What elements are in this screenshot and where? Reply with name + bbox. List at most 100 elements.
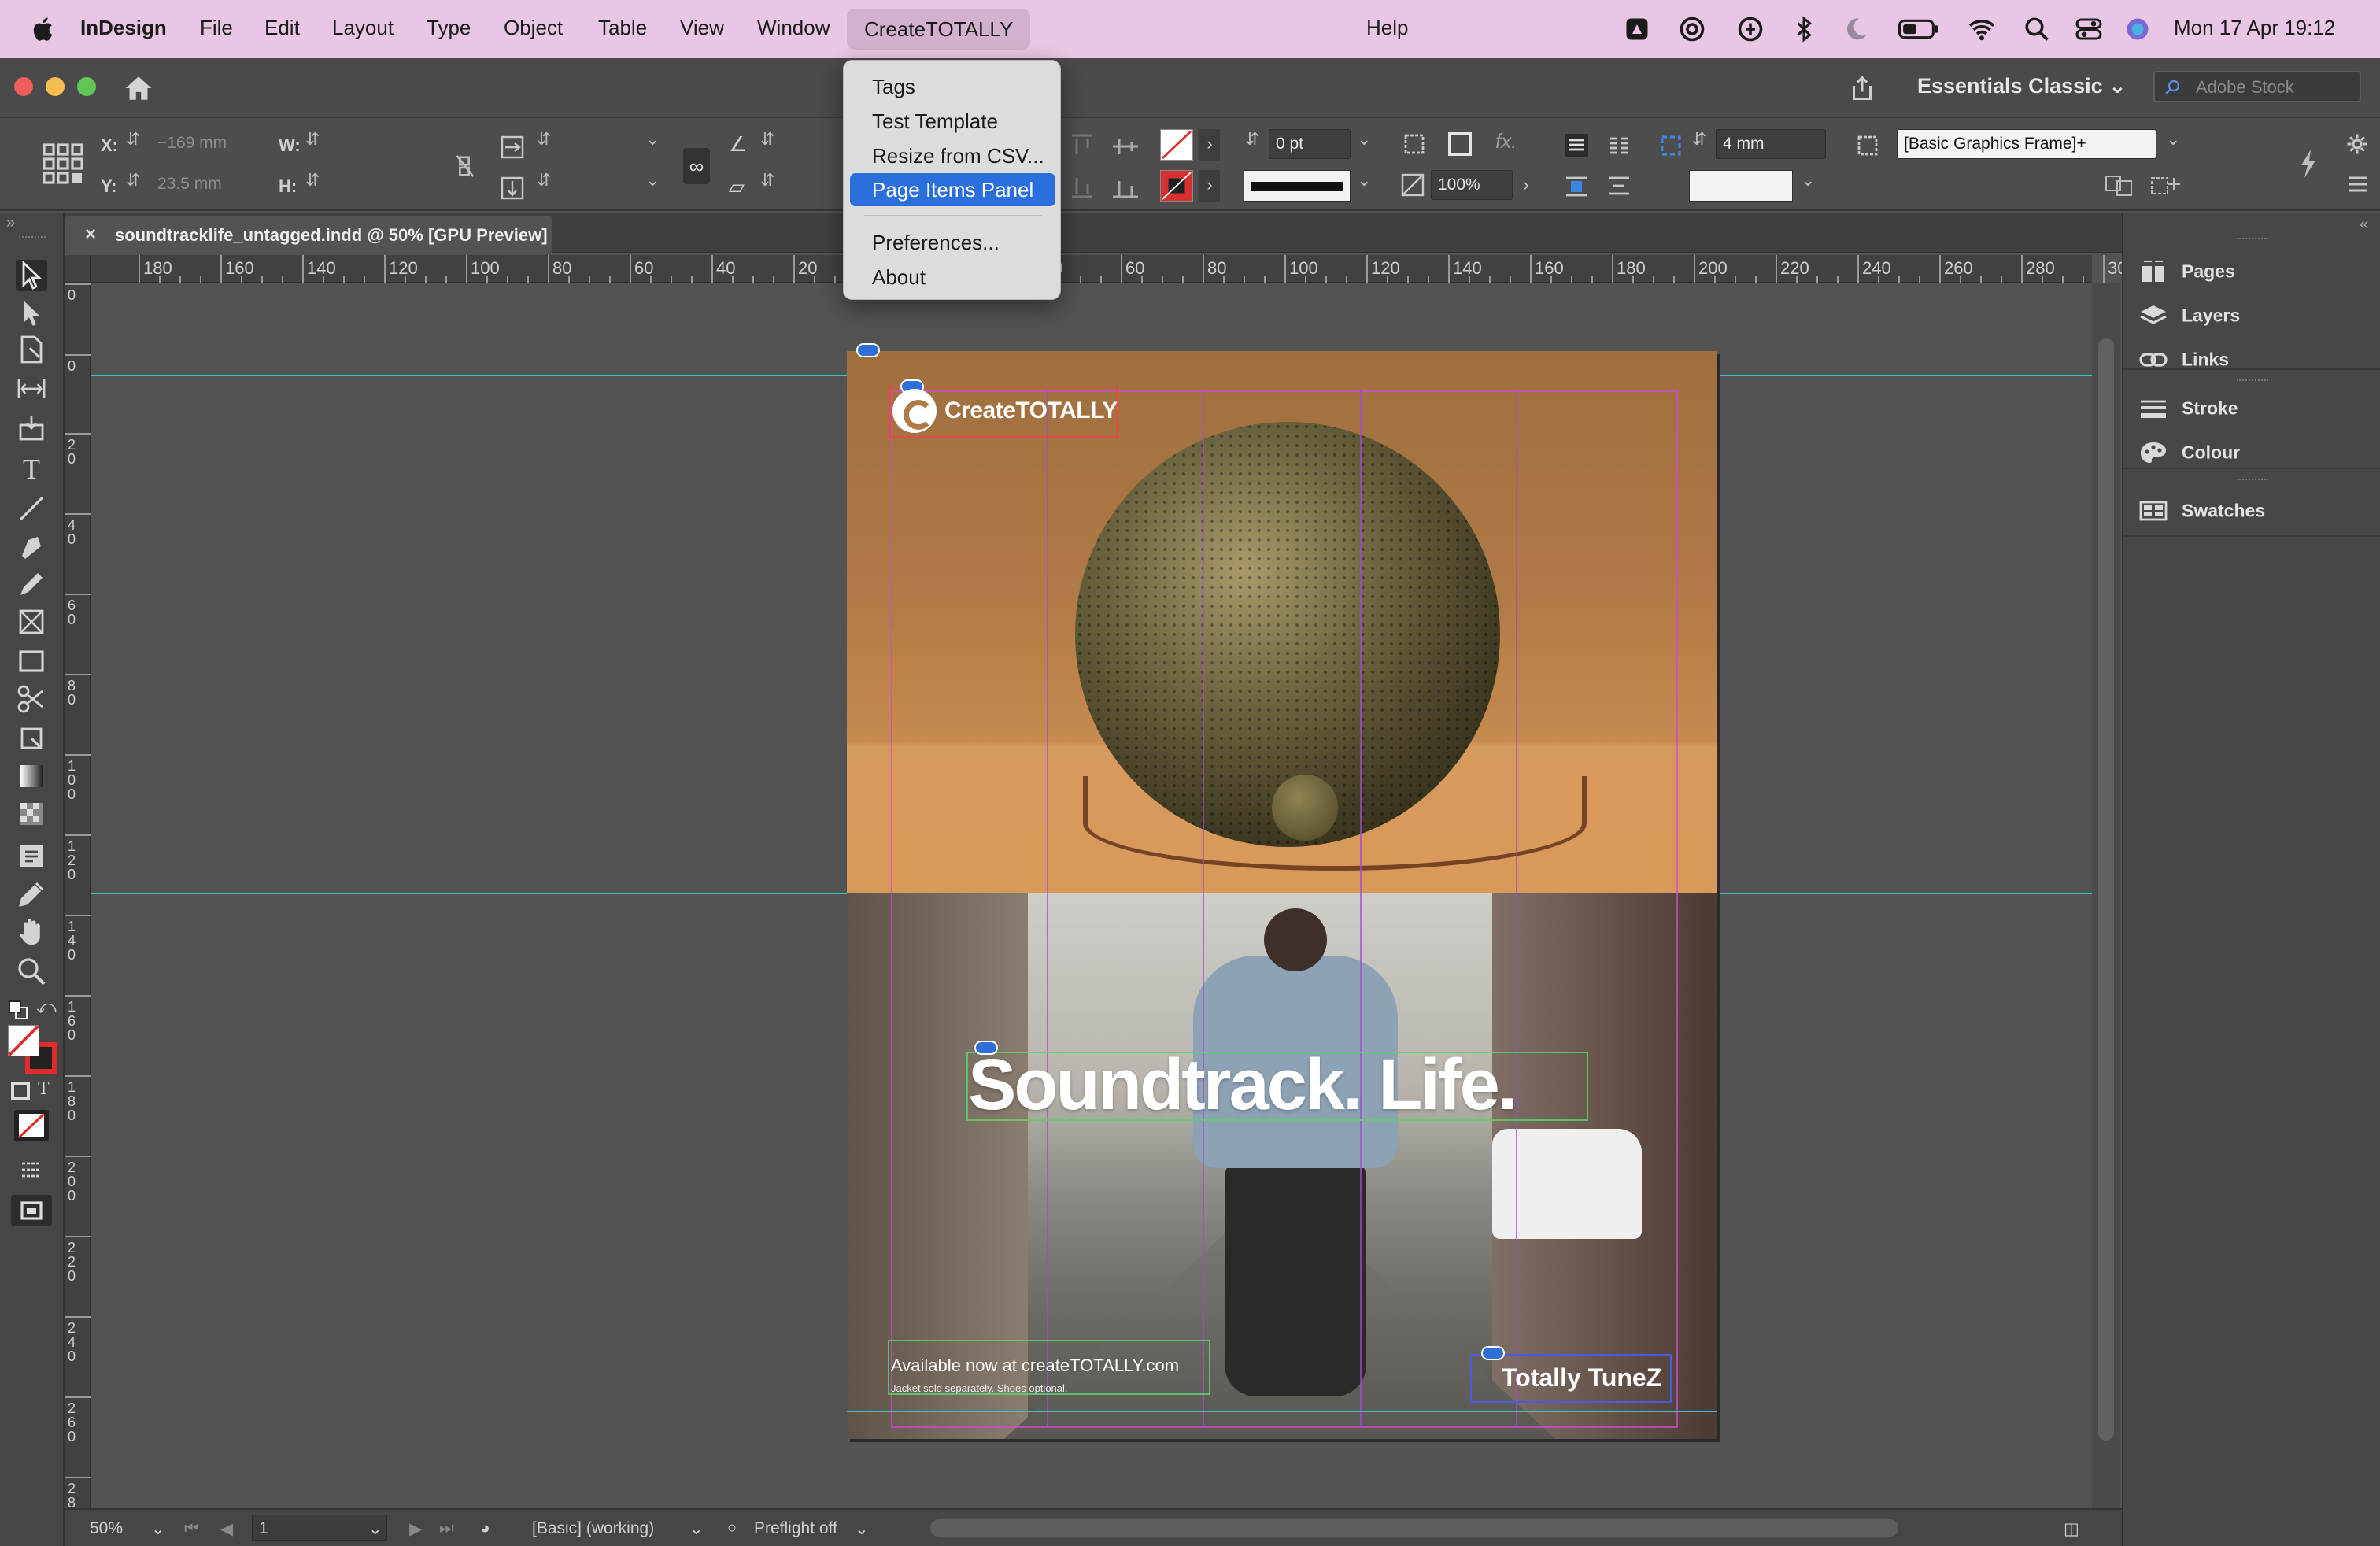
stroke-swatch[interactable]	[1160, 170, 1193, 202]
ruler-origin[interactable]	[65, 255, 91, 283]
opacity-field[interactable]: 100%	[1431, 170, 1513, 200]
text-wrap-icon[interactable]	[1563, 173, 1590, 200]
menu-app-indesign[interactable]: InDesign	[80, 16, 167, 40]
scale-y-stepper-icon[interactable]: ⇵	[537, 170, 551, 190]
y-position-field[interactable]: 23.5 mm	[151, 170, 269, 200]
menu-window[interactable]: Window	[757, 16, 830, 40]
fill-menu-button[interactable]: ›	[1199, 129, 1220, 161]
previous-page-icon[interactable]: ◀	[220, 1519, 233, 1539]
home-icon[interactable]	[123, 74, 154, 102]
collapse-tools-icon[interactable]: »	[6, 214, 15, 232]
text-wrap-bounding-icon[interactable]	[1606, 173, 1632, 200]
gap-tool-icon[interactable]	[16, 373, 47, 405]
gradient-feather-tool-icon[interactable]	[16, 798, 47, 830]
preflight-chevron-icon[interactable]: ⌄	[855, 1519, 869, 1539]
w-stepper-icon[interactable]: ⇵	[305, 129, 320, 150]
close-window-button[interactable]	[14, 77, 33, 96]
panel-colour[interactable]: Colour	[2139, 441, 2375, 472]
link-scale-button[interactable]: ∞	[683, 148, 710, 184]
stroke-menu-button[interactable]: ›	[1199, 170, 1220, 202]
content-collector-tool-icon[interactable]	[16, 412, 47, 444]
cc-sync-icon[interactable]	[1678, 15, 1706, 43]
menu-item-page-items-panel[interactable]: Page Items Panel	[850, 173, 1055, 206]
document-tab[interactable]: × soundtracklife_untagged.indd @ 50% [GP…	[65, 216, 552, 253]
preflight-label[interactable]: Preflight off	[754, 1519, 837, 1538]
control-panel-settings-icon[interactable]	[2345, 132, 2369, 156]
x-stepper-icon[interactable]: ⇵	[126, 129, 140, 150]
accessibility-icon[interactable]	[1736, 15, 1765, 43]
scissors-tool-icon[interactable]	[16, 683, 47, 715]
note-tool-icon[interactable]	[16, 841, 47, 872]
adobe-stock-search-input[interactable]: Adobe Stock	[2153, 71, 2361, 102]
headline-text[interactable]: Soundtrack. Life.	[968, 1049, 1517, 1121]
vertical-ruler[interactable]: 0020406080100120140160180200220240260280	[65, 283, 91, 1524]
page-dropdown-chevron-icon[interactable]: ⌄	[368, 1519, 382, 1539]
siri-icon[interactable]	[2123, 15, 2152, 43]
scale-x-stepper-icon[interactable]: ⇵	[537, 129, 551, 150]
battery-icon[interactable]	[1898, 15, 1939, 43]
zoom-dropdown-chevron-icon[interactable]: ⌄	[151, 1519, 165, 1539]
clear-overrides-icon[interactable]	[2103, 173, 2138, 197]
zoom-window-button[interactable]	[77, 77, 96, 96]
shear-stepper-icon[interactable]: ⇵	[760, 170, 774, 190]
width-field[interactable]	[327, 129, 438, 159]
workspace-switcher[interactable]: Essentials Classic ⌄	[1917, 74, 2127, 98]
vertical-scroll-thumb[interactable]	[2098, 338, 2114, 1441]
split-window-icon[interactable]: ◫	[2064, 1519, 2079, 1539]
hand-tool-icon[interactable]	[16, 916, 47, 948]
text-columns-icon[interactable]	[1606, 132, 1632, 159]
wifi-icon[interactable]	[1968, 15, 1996, 43]
type-tool-icon[interactable]: T	[16, 453, 47, 485]
preflight-profile-label[interactable]: [Basic] (working)	[532, 1519, 654, 1538]
scale-y-dropdown-icon[interactable]: ⌄	[645, 170, 660, 190]
panel-stroke[interactable]: Stroke	[2139, 397, 2375, 428]
column-width-swatch[interactable]	[1689, 170, 1793, 202]
focus-moon-icon[interactable]	[1842, 15, 1870, 43]
vertical-scrollbar[interactable]	[2092, 283, 2120, 1508]
opacity-menu-button[interactable]: ›	[1516, 170, 1536, 202]
quick-apply-lightning-icon[interactable]	[2297, 148, 2320, 179]
gutter-stepper-icon[interactable]: ⇵	[1692, 129, 1706, 150]
column-width-chevron-icon[interactable]: ⌄	[1801, 170, 1815, 190]
panel-pages[interactable]: Pages	[2139, 260, 2375, 291]
stroke-type-chevron-icon[interactable]: ⌄	[1357, 170, 1371, 190]
close-tab-icon[interactable]: ×	[85, 224, 96, 246]
effects-fx-icon[interactable]: fx.	[1495, 131, 1517, 151]
stroke-weight-dropdown-icon[interactable]: ⌄	[1357, 129, 1371, 150]
object-style-chevron-icon[interactable]: ⌄	[2166, 129, 2180, 150]
new-object-style-icon[interactable]	[2149, 173, 2183, 197]
menu-item-resize-from-csv[interactable]: Resize from CSV...	[850, 139, 1055, 172]
object-style-dropdown[interactable]: [Basic Graphics Frame]+	[1897, 129, 2156, 159]
h-stepper-icon[interactable]: ⇵	[305, 170, 320, 190]
constrain-proportions-icon[interactable]	[453, 154, 475, 178]
scale-x-dropdown-icon[interactable]: ⌄	[645, 129, 660, 150]
menu-layout[interactable]: Layout	[332, 16, 394, 40]
zoom-tool-icon[interactable]	[16, 956, 47, 987]
rectangle-frame-tool-icon[interactable]	[16, 606, 47, 638]
horizontal-scroll-thumb[interactable]	[930, 1519, 1898, 1537]
default-fill-stroke-icon[interactable]	[8, 1000, 28, 1020]
link-badge-icon[interactable]	[1481, 1346, 1505, 1360]
creative-cloud-icon[interactable]	[1623, 15, 1651, 43]
link-badge-icon[interactable]	[856, 343, 880, 357]
align-text-top-icon[interactable]	[1563, 132, 1590, 159]
next-page-icon[interactable]: ▶	[409, 1519, 422, 1539]
page-tool-icon[interactable]	[16, 334, 47, 365]
control-center-icon[interactable]	[2075, 15, 2103, 43]
first-page-icon[interactable]: ⏮	[184, 1519, 199, 1538]
document-page[interactable]: CreateTOTALLY Soundtrack. Life. Availabl…	[847, 351, 1717, 1439]
menu-table[interactable]: Table	[598, 16, 647, 40]
eyedropper-tool-icon[interactable]	[16, 878, 47, 910]
y-stepper-icon[interactable]: ⇵	[126, 170, 140, 190]
x-position-field[interactable]: −169 mm	[151, 129, 269, 159]
screen-mode-icon[interactable]	[16, 1154, 47, 1185]
stroke-frame-icon[interactable]	[1447, 131, 1473, 157]
profile-chevron-icon[interactable]: ⌄	[689, 1519, 704, 1539]
menubar-clock[interactable]: Mon 17 Apr 19:12	[2174, 16, 2335, 40]
document-canvas[interactable]: CreateTOTALLY Soundtrack. Life. Availabl…	[91, 283, 2092, 1508]
stroke-type-dropdown[interactable]	[1244, 170, 1351, 202]
auto-fit-icon[interactable]	[1658, 132, 1684, 159]
page-number-field[interactable]: 1	[252, 1515, 387, 1541]
selection-tool-icon[interactable]	[16, 260, 47, 291]
horizontal-ruler[interactable]: 1801601401201008060402002040608010012014…	[91, 255, 2166, 283]
